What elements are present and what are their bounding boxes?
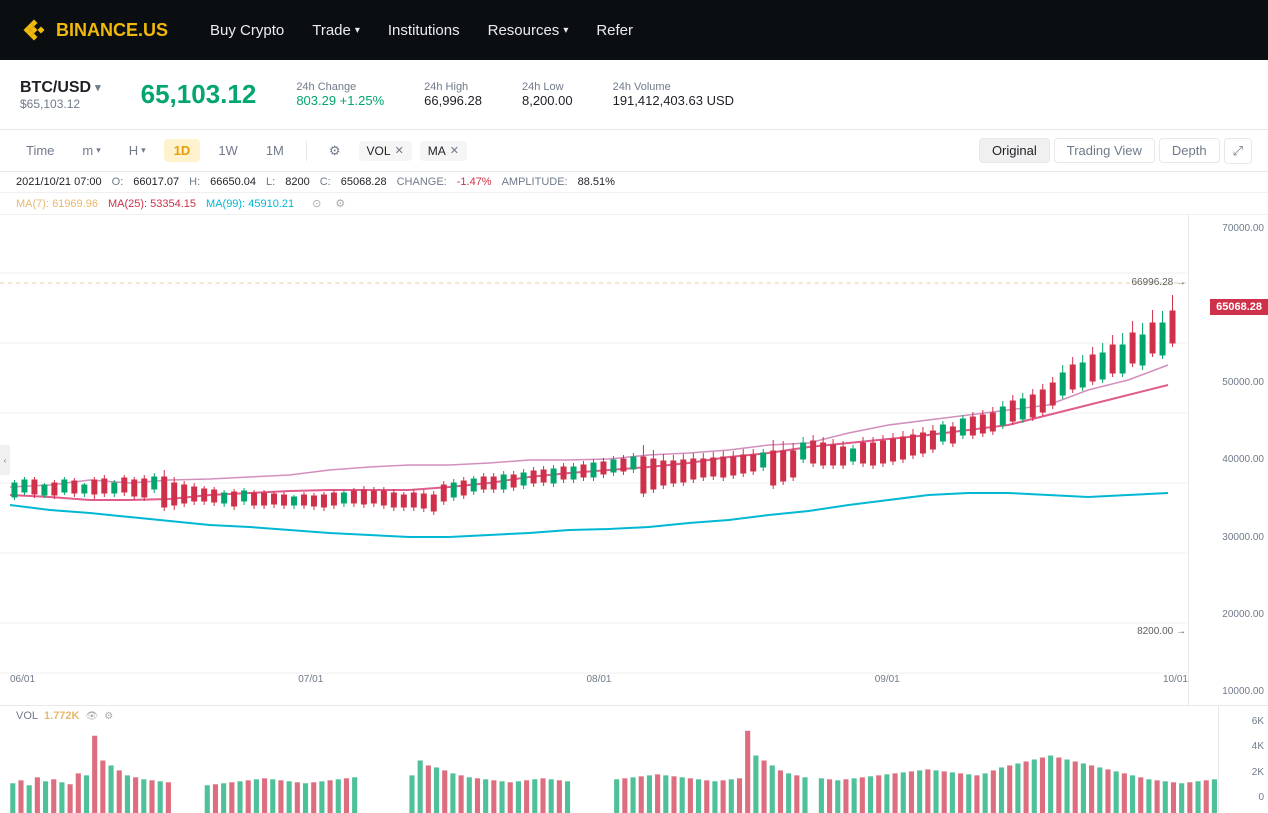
view-original-btn[interactable]: Original (979, 138, 1050, 163)
ohlc-date: 2021/10/21 07:00 (16, 176, 102, 188)
trade-chevron-icon: ▾ (355, 25, 360, 36)
view-trading-btn[interactable]: Trading View (1054, 138, 1155, 163)
vol-y-axis: 6K 4K 2K 0 (1218, 706, 1268, 813)
nav-institutions[interactable]: Institutions (388, 22, 460, 39)
x-date-0701: 07/01 (298, 674, 323, 685)
ma99-label: MA(99): 45910.21 (206, 198, 294, 210)
current-price-tag: 65068.28 (1210, 299, 1268, 315)
interval-h-chevron: ▾ (141, 145, 146, 156)
change-value: 803.29 +1.25% (296, 93, 384, 108)
vol-eye-icon[interactable]: 👁 (86, 711, 99, 722)
pair-name: BTC/USD ▾ (20, 79, 101, 97)
interval-1m-btn[interactable]: 1M (256, 139, 294, 162)
vol-close-icon[interactable]: ✕ (395, 144, 404, 157)
ticker-bar: BTC/USD ▾ $65,103.12 65,103.12 24h Chang… (0, 60, 1268, 130)
view-depth-btn[interactable]: Depth (1159, 138, 1220, 163)
expand-btn[interactable]: ⤢ (1224, 138, 1252, 164)
ma7-label: MA(7): 61969.96 (16, 198, 98, 210)
y-label-10k: 10000.00 (1193, 686, 1264, 697)
y-label-20k: 20000.00 (1193, 609, 1264, 620)
high-line-label: 66996.28 → (1132, 277, 1187, 288)
x-date-1001: 10/01 (1163, 674, 1188, 685)
low-val: 8200 (285, 176, 309, 188)
low-line-label: 8200.00 → (1137, 626, 1186, 637)
time-btn[interactable]: Time (16, 139, 64, 162)
nav-buy-crypto[interactable]: Buy Crypto (210, 22, 284, 39)
brand-logo[interactable]: BINANCE.US (20, 16, 168, 44)
vol-tag[interactable]: VOL ✕ (359, 141, 412, 161)
vol-y-4k: 4K (1223, 741, 1264, 752)
chart-y-axis: 70000.00 60000.00 50000.00 40000.00 3000… (1188, 215, 1268, 705)
pair-price-small: $65,103.12 (20, 97, 101, 111)
chart-info-row: 2021/10/21 07:00 O: 66017.07 H: 66650.04… (0, 172, 1268, 193)
change-pct: -1.47% (457, 176, 492, 188)
high-value: 66,996.28 (424, 93, 482, 108)
sliders-icon: ⚙ (329, 143, 341, 159)
vol-y-2k: 2K (1223, 767, 1264, 778)
navbar: BINANCE.US Buy Crypto Trade ▾ Institutio… (0, 0, 1268, 60)
copy-icon[interactable]: ⊙ (312, 197, 321, 210)
y-label-40k: 40000.00 (1193, 454, 1264, 465)
view-switcher: Original Trading View Depth ⤢ (979, 138, 1252, 164)
vol-y-6k: 6K (1223, 716, 1264, 727)
nav-resources[interactable]: Resources ▾ (488, 22, 569, 39)
ma-close-icon[interactable]: ✕ (450, 144, 459, 157)
vol-container: VOL 1.772K 👁 ⚙ (0, 705, 1268, 813)
resources-chevron-icon: ▾ (563, 25, 568, 36)
ma25-label: MA(25): 53354.15 (108, 198, 196, 210)
vol-label: VOL (16, 710, 38, 722)
ma-info-row: MA(7): 61969.96 MA(25): 53354.15 MA(99):… (0, 193, 1268, 215)
filter-btn[interactable]: ⚙ (319, 139, 351, 163)
pair-selector[interactable]: BTC/USD ▾ $65,103.12 (20, 79, 101, 111)
amplitude-val: 88.51% (578, 176, 615, 188)
nav-links: Buy Crypto Trade ▾ Institutions Resource… (210, 22, 633, 39)
y-label-50k: 50000.00 (1193, 377, 1264, 388)
interval-m-chevron: ▾ (96, 145, 101, 156)
volume-stat: 24h Volume 191,412,403.63 USD (613, 81, 734, 108)
open-val: 66017.07 (133, 176, 179, 188)
volume-bars (0, 706, 1218, 813)
candlestick-chart[interactable] (0, 215, 1188, 705)
interval-1w-btn[interactable]: 1W (208, 139, 248, 162)
nav-refer[interactable]: Refer (596, 22, 633, 39)
close-val: 65068.28 (341, 176, 387, 188)
vol-label-row: VOL 1.772K 👁 ⚙ (16, 710, 113, 722)
change-stat: 24h Change 803.29 +1.25% (296, 81, 384, 108)
brand-name: BINANCE.US (56, 20, 168, 41)
y-label-30k: 30000.00 (1193, 532, 1264, 543)
ticker-price: 65,103.12 (141, 79, 257, 110)
chart-toolbar: Time m ▾ H ▾ 1D 1W 1M ⚙ VOL ✕ MA ✕ Origi… (0, 130, 1268, 172)
interval-m-btn[interactable]: m ▾ (72, 139, 110, 162)
nav-trade[interactable]: Trade ▾ (312, 22, 360, 39)
x-date-0901: 09/01 (875, 674, 900, 685)
x-date-0801: 08/01 (586, 674, 611, 685)
volume-value: 191,412,403.63 USD (613, 93, 734, 108)
interval-1d-btn[interactable]: 1D (164, 139, 201, 162)
vol-y-0: 0 (1223, 792, 1264, 803)
y-label-70k: 70000.00 (1193, 223, 1264, 234)
pair-dropdown-icon: ▾ (95, 81, 101, 94)
interval-h-btn[interactable]: H ▾ (119, 139, 156, 162)
high-val: 66650.04 (210, 176, 256, 188)
chart-area: ‹ (0, 215, 1268, 705)
low-stat: 24h Low 8,200.00 (522, 81, 573, 108)
low-value: 8,200.00 (522, 93, 573, 108)
settings-icon[interactable]: ⚙ (335, 197, 345, 210)
x-axis-dates: 06/01 07/01 08/01 09/01 10/01 (10, 674, 1188, 685)
vol-settings-icon[interactable]: ⚙ (104, 711, 113, 722)
x-date-0601: 06/01 (10, 674, 35, 685)
ma-tag[interactable]: MA ✕ (420, 141, 467, 161)
high-stat: 24h High 66,996.28 (424, 81, 482, 108)
vol-value: 1.772K (44, 710, 79, 722)
separator-1 (306, 141, 307, 161)
